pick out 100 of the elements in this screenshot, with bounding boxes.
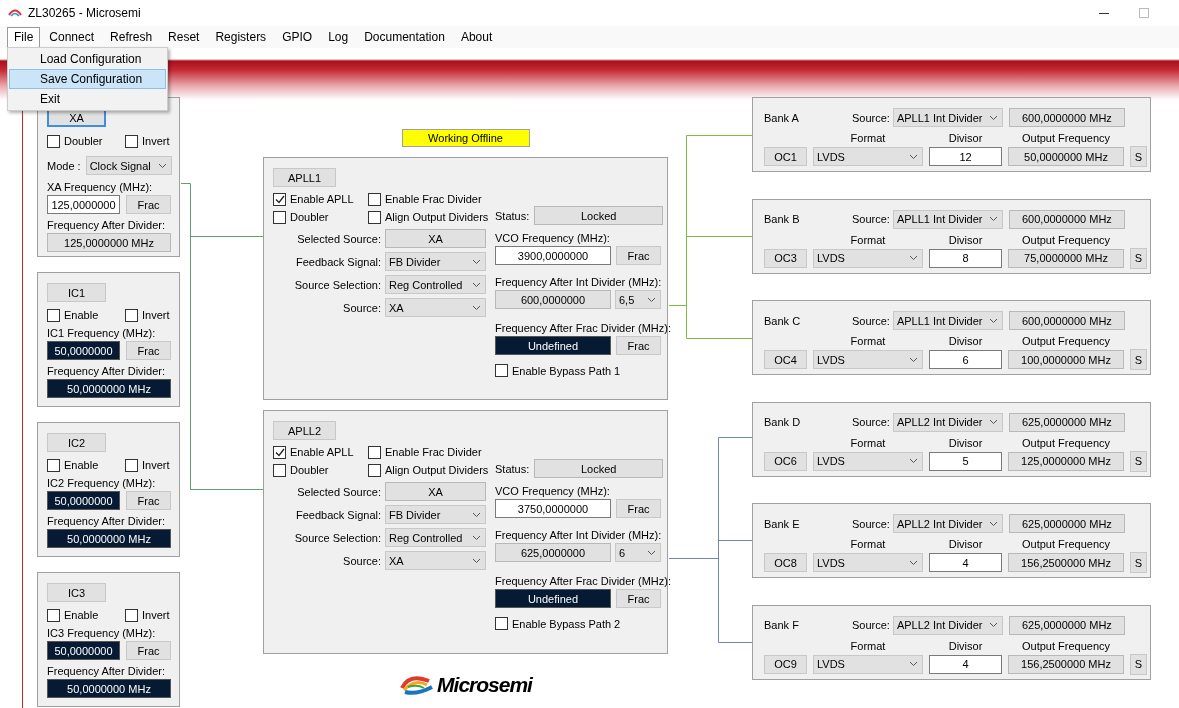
- checkbox[interactable]: [368, 210, 381, 224]
- checkbox[interactable]: [273, 192, 286, 206]
- format-dropdown[interactable]: LVDS: [813, 248, 923, 268]
- after-divider-field[interactable]: 125,0000000 MHz: [47, 233, 171, 252]
- apll-dropdown[interactable]: Reg Controlled: [385, 275, 486, 294]
- divider-dropdown[interactable]: 6: [615, 543, 661, 562]
- frac-divider-field[interactable]: Undefined: [495, 336, 611, 355]
- s-button[interactable]: S: [1130, 247, 1147, 269]
- apll-dropdown[interactable]: Reg Controlled: [385, 528, 486, 547]
- s-button[interactable]: S: [1130, 653, 1147, 675]
- source-frequency-field[interactable]: 625,0000000 MHz: [1008, 514, 1125, 534]
- after-divider-field[interactable]: 50,0000000 MHz: [47, 679, 171, 698]
- checkbox[interactable]: [368, 192, 381, 206]
- apll-button[interactable]: APLL2: [273, 421, 336, 440]
- frac-button[interactable]: Frac: [126, 341, 171, 360]
- output-button[interactable]: OC8: [764, 553, 807, 573]
- output-button[interactable]: OC1: [764, 147, 807, 166]
- output-button[interactable]: OC6: [764, 451, 807, 471]
- checkbox[interactable]: [368, 463, 381, 477]
- output-frequency-field[interactable]: 156,2500000 MHz: [1008, 553, 1124, 573]
- checkbox[interactable]: [368, 445, 381, 459]
- output-frequency-field[interactable]: 125,0000000 MHz: [1008, 451, 1124, 471]
- frac-button[interactable]: Frac: [616, 336, 661, 355]
- source-dropdown[interactable]: APLL2 Int Divider: [892, 514, 1003, 534]
- int-divider-field[interactable]: 625,0000000: [495, 543, 611, 562]
- s-button[interactable]: S: [1130, 349, 1147, 371]
- frequency-field[interactable]: 50,0000000: [47, 641, 120, 660]
- frac-button[interactable]: Frac: [126, 491, 171, 510]
- menu-item[interactable]: Documentation: [357, 26, 452, 48]
- format-dropdown[interactable]: LVDS: [813, 553, 923, 573]
- divisor-field[interactable]: 6: [929, 350, 1002, 370]
- checkbox[interactable]: [125, 308, 138, 322]
- frac-divider-field[interactable]: Undefined: [495, 589, 611, 608]
- checkbox[interactable]: [495, 617, 508, 630]
- frac-button[interactable]: Frac: [616, 499, 661, 518]
- menu-item[interactable]: File: [7, 26, 41, 48]
- checkbox[interactable]: [47, 608, 60, 622]
- menu-entry[interactable]: Save Configuration: [9, 69, 166, 89]
- checkbox[interactable]: [273, 445, 286, 459]
- status-field[interactable]: Locked: [534, 459, 664, 478]
- checkbox[interactable]: [47, 458, 60, 472]
- format-dropdown[interactable]: LVDS: [813, 451, 923, 471]
- after-divider-field[interactable]: 50,0000000 MHz: [47, 529, 171, 548]
- vco-field[interactable]: 3900,0000000: [495, 246, 611, 265]
- output-frequency-field[interactable]: 50,0000000 MHz: [1008, 147, 1124, 166]
- output-button[interactable]: OC4: [764, 350, 807, 370]
- source-dropdown[interactable]: APLL1 Int Divider: [892, 108, 1003, 127]
- checkbox[interactable]: [273, 210, 286, 224]
- checkbox[interactable]: [125, 608, 138, 622]
- frac-button[interactable]: Frac: [616, 589, 661, 608]
- source-dropdown[interactable]: APLL2 Int Divider: [892, 615, 1003, 635]
- apll-button[interactable]: APLL1: [273, 168, 336, 187]
- source-frequency-field[interactable]: 600,0000000 MHz: [1008, 311, 1125, 331]
- divisor-field[interactable]: 12: [929, 147, 1002, 166]
- input-button[interactable]: IC3: [47, 583, 106, 602]
- checkbox[interactable]: [495, 364, 508, 377]
- apll-dropdown[interactable]: FB Divider: [385, 252, 486, 271]
- source-frequency-field[interactable]: 600,0000000 MHz: [1008, 209, 1125, 229]
- menu-item[interactable]: Log: [321, 26, 356, 48]
- format-dropdown[interactable]: LVDS: [813, 147, 923, 166]
- apll-dropdown[interactable]: XA: [385, 551, 486, 570]
- checkbox[interactable]: [273, 463, 286, 477]
- frac-button[interactable]: Frac: [126, 195, 171, 214]
- minimize-icon[interactable]: [1099, 12, 1109, 14]
- mode-dropdown[interactable]: Clock Signal: [85, 156, 172, 175]
- menu-item[interactable]: Connect: [42, 26, 102, 48]
- int-divider-field[interactable]: 600,0000000: [495, 290, 611, 309]
- input-button[interactable]: IC1: [47, 283, 106, 302]
- menu-item[interactable]: Registers: [208, 26, 274, 48]
- format-dropdown[interactable]: LVDS: [813, 654, 923, 674]
- source-frequency-field[interactable]: 625,0000000 MHz: [1008, 615, 1125, 635]
- divisor-field[interactable]: 5: [929, 451, 1002, 471]
- vco-field[interactable]: 3750,0000000: [495, 499, 611, 518]
- apll-dropdown[interactable]: FB Divider: [385, 505, 486, 524]
- menu-item[interactable]: Reset: [161, 26, 207, 48]
- menu-item[interactable]: GPIO: [275, 26, 320, 48]
- source-dropdown[interactable]: APLL1 Int Divider: [892, 311, 1003, 331]
- source-dropdown[interactable]: APLL1 Int Divider: [892, 209, 1003, 229]
- output-button[interactable]: OC3: [764, 248, 807, 268]
- checkbox[interactable]: [125, 134, 138, 148]
- apll-dropdown[interactable]: XA: [385, 298, 486, 317]
- source-frequency-field[interactable]: 600,0000000 MHz: [1008, 108, 1125, 127]
- checkbox[interactable]: [47, 308, 60, 322]
- frequency-field[interactable]: 125,0000000: [47, 195, 120, 214]
- format-dropdown[interactable]: LVDS: [813, 350, 923, 370]
- frequency-field[interactable]: 50,0000000: [47, 491, 120, 510]
- frac-button[interactable]: Frac: [126, 641, 171, 660]
- after-divider-field[interactable]: 50,0000000 MHz: [47, 379, 171, 398]
- menu-item[interactable]: Refresh: [103, 26, 160, 48]
- source-readout[interactable]: XA: [385, 229, 486, 248]
- divisor-field[interactable]: 8: [929, 248, 1002, 268]
- divider-dropdown[interactable]: 6,5: [615, 290, 661, 309]
- menu-entry[interactable]: Load Configuration: [9, 49, 166, 69]
- frac-button[interactable]: Frac: [616, 246, 661, 265]
- s-button[interactable]: S: [1130, 450, 1147, 472]
- output-frequency-field[interactable]: 156,2500000 MHz: [1008, 654, 1124, 674]
- source-dropdown[interactable]: APLL2 Int Divider: [892, 412, 1003, 432]
- output-frequency-field[interactable]: 75,0000000 MHz: [1008, 248, 1124, 268]
- checkbox[interactable]: [47, 134, 60, 148]
- s-button[interactable]: S: [1130, 552, 1147, 574]
